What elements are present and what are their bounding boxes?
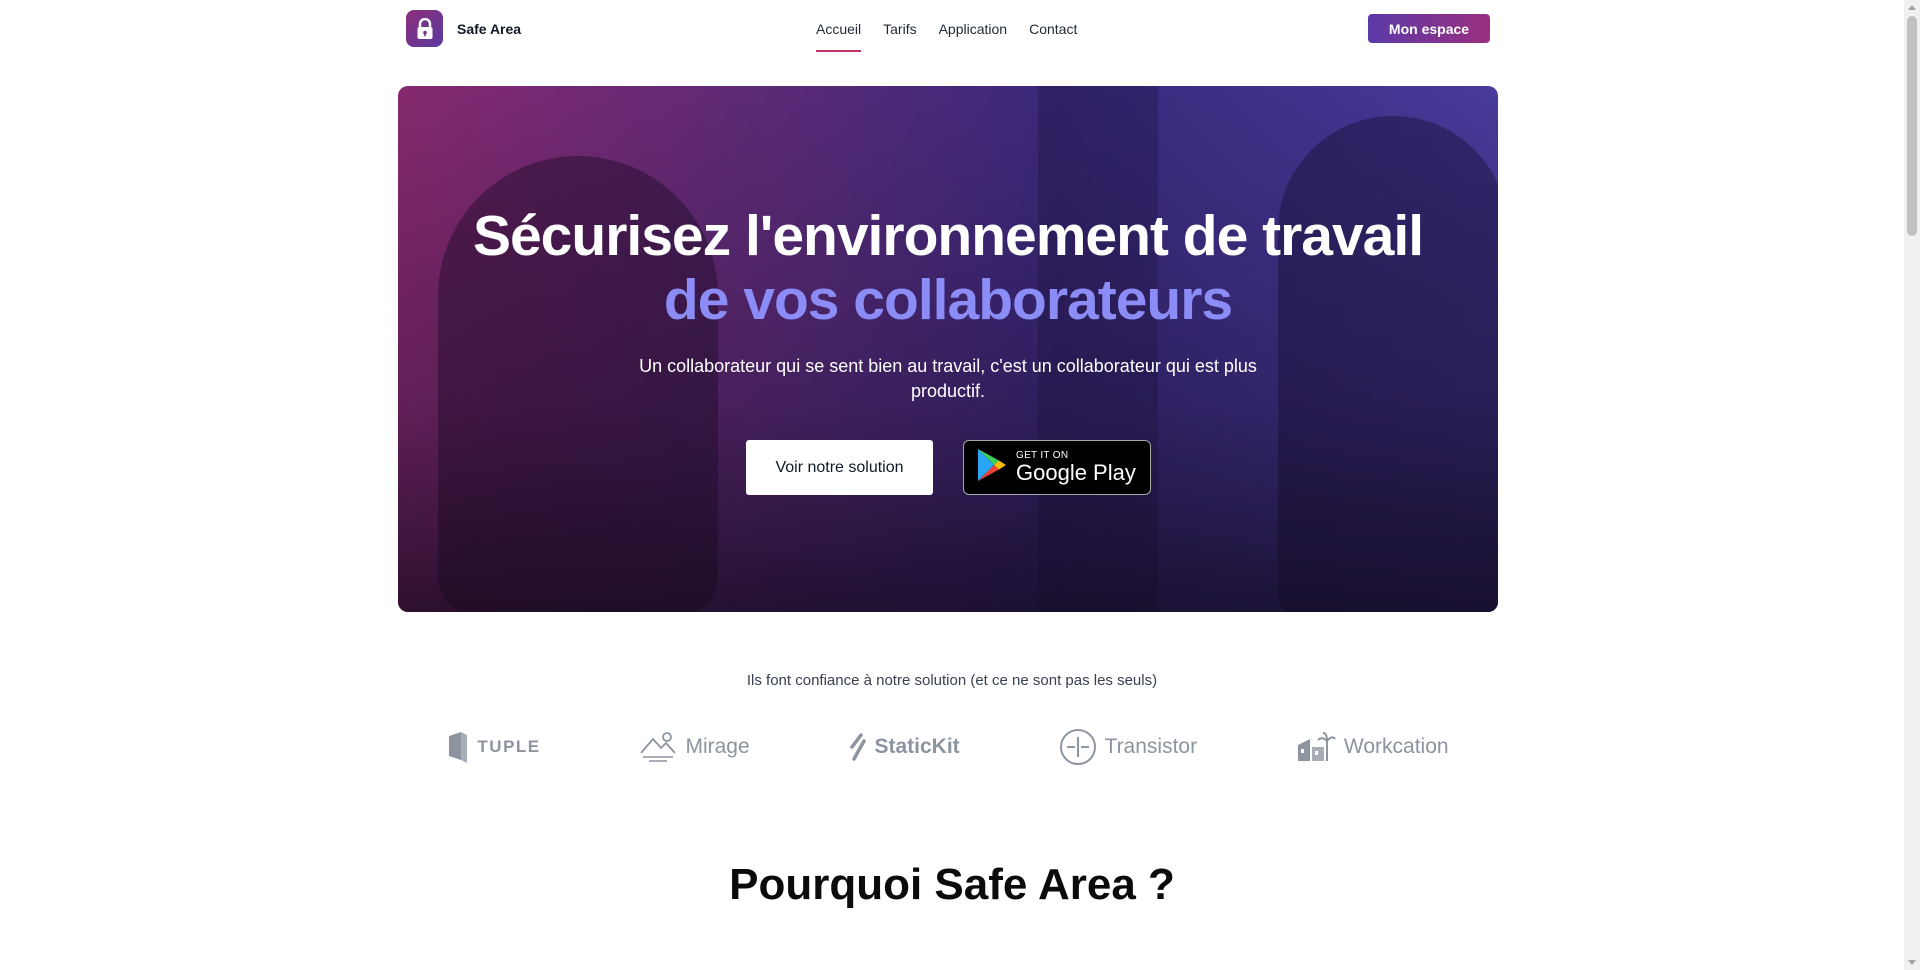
lock-icon bbox=[406, 10, 443, 47]
hero-title-line1: Sécurisez l'environnement de travail bbox=[472, 204, 1424, 268]
logo-tuple: TUPLE bbox=[447, 730, 540, 764]
scroll-down-icon[interactable] bbox=[1908, 960, 1916, 965]
logo-mirage: Mirage bbox=[639, 731, 750, 763]
brand-name: Safe Area bbox=[457, 20, 522, 37]
hero-banner: Sécurisez l'environnement de travail de … bbox=[398, 86, 1498, 612]
why-heading: Pourquoi Safe Area ? bbox=[729, 860, 1175, 909]
logo-workcation: Workcation bbox=[1296, 731, 1449, 763]
logo-workcation-text: Workcation bbox=[1343, 735, 1449, 758]
hero-title-line2: de vos collaborateurs bbox=[663, 268, 1233, 332]
voir-solution-button[interactable]: Voir notre solution bbox=[746, 440, 933, 495]
hero-title: Sécurisez l'environnement de travail de … bbox=[398, 204, 1498, 332]
statickit-icon bbox=[849, 733, 866, 761]
logo-statickit: StaticKit bbox=[849, 733, 960, 761]
logo-transistor: Transistor bbox=[1059, 728, 1198, 766]
page-scrollbar[interactable] bbox=[1904, 0, 1920, 970]
transistor-icon bbox=[1059, 729, 1096, 765]
site-header: Safe Area Accueil Tarifs Application Con… bbox=[0, 0, 1904, 58]
brand[interactable]: Safe Area bbox=[406, 10, 521, 47]
mirage-icon bbox=[640, 732, 677, 762]
workcation-icon bbox=[1297, 732, 1336, 761]
tuple-icon bbox=[449, 732, 468, 763]
google-play-text: GET IT ON Google Play bbox=[1016, 450, 1136, 485]
google-play-big: Google Play bbox=[1016, 460, 1136, 485]
logo-tuple-text: TUPLE bbox=[477, 737, 541, 756]
google-play-badge[interactable]: GET IT ON Google Play bbox=[963, 440, 1151, 495]
logo-transistor-text: Transistor bbox=[1104, 735, 1198, 758]
logo-mirage-text: Mirage bbox=[685, 735, 750, 758]
scroll-thumb[interactable] bbox=[1907, 16, 1917, 236]
mon-espace-button[interactable]: Mon espace bbox=[1368, 14, 1490, 43]
hero-overlay bbox=[398, 86, 1498, 612]
main-nav: Accueil Tarifs Application Contact bbox=[816, 0, 1077, 52]
nav-tarifs[interactable]: Tarifs bbox=[883, 0, 916, 52]
nav-accueil[interactable]: Accueil bbox=[816, 0, 862, 52]
google-play-icon bbox=[976, 448, 1008, 487]
nav-application[interactable]: Application bbox=[939, 0, 1008, 52]
hero-subtitle: Un collaborateur qui se sent bien au tra… bbox=[639, 356, 1257, 401]
logo-statickit-text: StaticKit bbox=[874, 735, 960, 758]
client-logos: TUPLE Mirage StaticKit Transistor Workca… bbox=[398, 722, 1498, 772]
trust-heading: Ils font confiance à notre solution (et … bbox=[746, 672, 1158, 689]
nav-contact[interactable]: Contact bbox=[1029, 0, 1077, 52]
scroll-up-icon[interactable] bbox=[1908, 5, 1916, 10]
